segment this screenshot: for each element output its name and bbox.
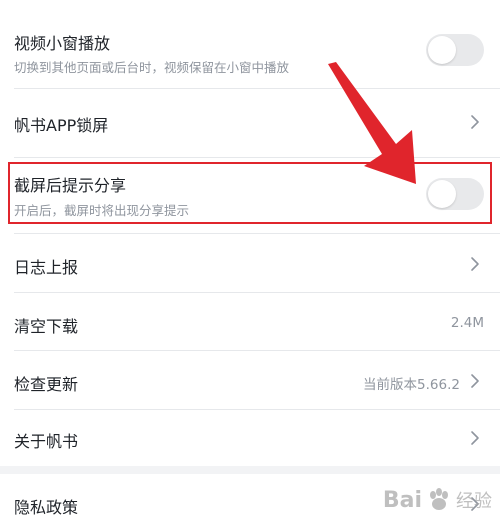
download-size-value: 2.4M — [450, 315, 484, 331]
app-lock-row[interactable]: 帆书APP锁屏 — [0, 89, 500, 156]
chevron-right-icon — [471, 374, 479, 388]
screenshot-share-title: 截屏后提示分享 — [14, 176, 127, 195]
chevron-right-icon — [471, 497, 479, 511]
video-pip-row[interactable]: 视频小窗播放 切换到其他页面或后台时，视频保留在小窗中播放 — [0, 0, 500, 88]
clear-downloads-title: 清空下载 — [14, 317, 79, 336]
toggle-knob — [428, 180, 456, 208]
log-report-row[interactable]: 日志上报 — [0, 234, 500, 292]
chevron-right-icon — [471, 257, 479, 271]
video-pip-title: 视频小窗播放 — [14, 34, 111, 53]
check-update-row[interactable]: 检查更新 当前版本5.66.2 — [0, 351, 500, 409]
chevron-right-icon — [471, 115, 479, 129]
log-report-title: 日志上报 — [14, 258, 79, 277]
screenshot-share-desc: 开启后，截屏时将出现分享提示 — [14, 203, 190, 218]
about-title: 关于帆书 — [14, 432, 79, 451]
check-update-title: 检查更新 — [14, 375, 79, 394]
clear-downloads-row[interactable]: 清空下载 2.4M — [0, 293, 500, 350]
about-row[interactable]: 关于帆书 — [0, 410, 500, 466]
privacy-title: 隐私政策 — [14, 498, 79, 517]
app-lock-title: 帆书APP锁屏 — [14, 116, 109, 135]
privacy-group: 隐私政策 — [0, 474, 500, 521]
video-pip-desc: 切换到其他页面或后台时，视频保留在小窗中播放 — [14, 60, 290, 75]
settings-group: 视频小窗播放 切换到其他页面或后台时，视频保留在小窗中播放 帆书APP锁屏 截屏… — [0, 0, 500, 466]
video-pip-toggle[interactable] — [426, 34, 484, 66]
chevron-right-icon — [471, 431, 479, 445]
current-version-value: 当前版本5.66.2 — [363, 377, 460, 393]
privacy-row[interactable]: 隐私政策 — [0, 474, 500, 521]
screenshot-share-row[interactable]: 截屏后提示分享 开启后，截屏时将出现分享提示 — [0, 158, 500, 230]
toggle-knob — [428, 36, 456, 64]
screenshot-share-toggle[interactable] — [426, 178, 484, 210]
